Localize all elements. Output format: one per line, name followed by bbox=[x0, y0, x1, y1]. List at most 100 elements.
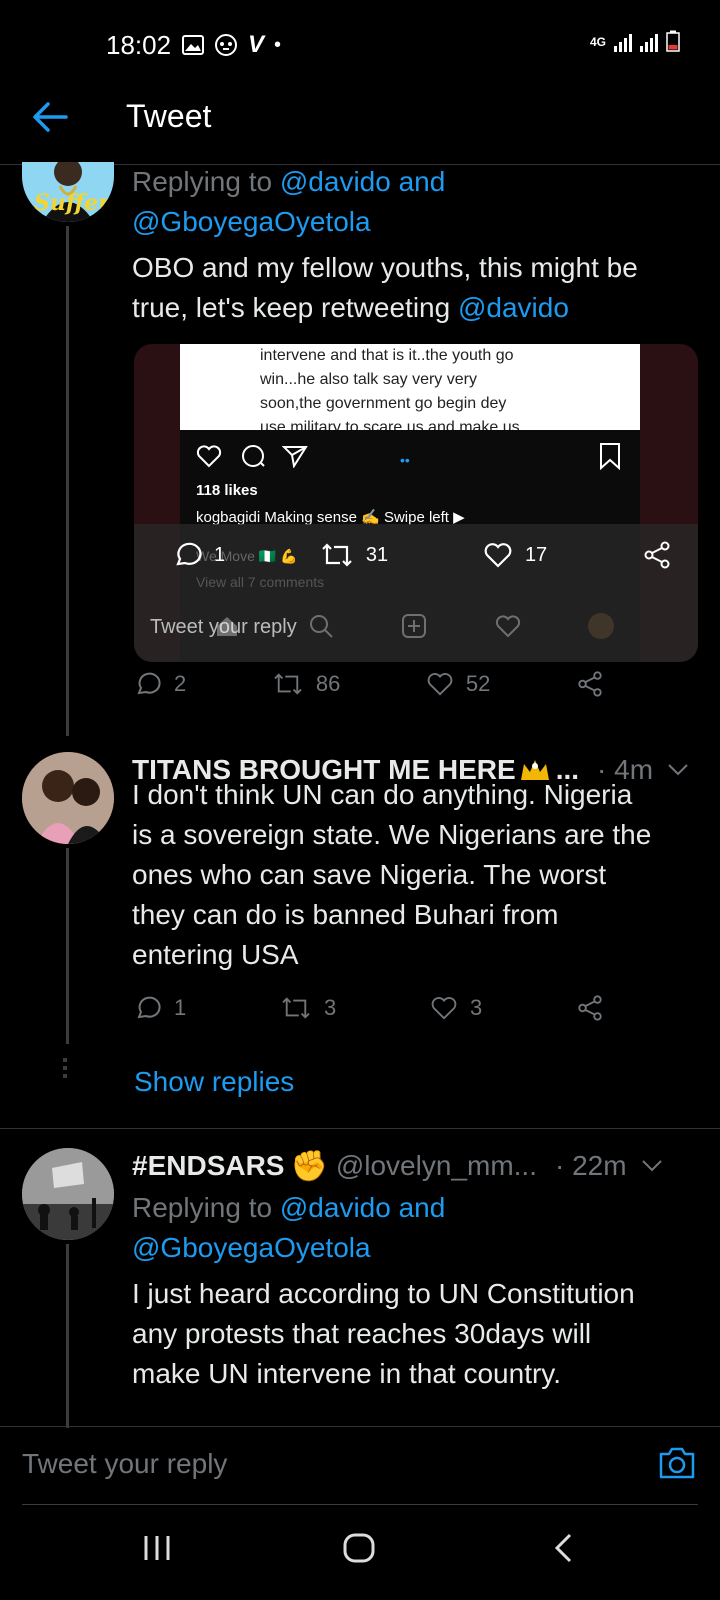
user-handle[interactable]: @lovelyn_mm... bbox=[336, 1150, 537, 1182]
image-icon bbox=[182, 35, 204, 55]
reply-count: 1 bbox=[174, 995, 187, 1020]
signal-icon-2 bbox=[640, 34, 658, 52]
reply-context: Replying to @davido and @GboyegaOyetola bbox=[132, 162, 692, 242]
reply-composer: Tweet your reply bbox=[0, 1428, 720, 1502]
v-icon: V bbox=[248, 31, 265, 58]
show-replies-link[interactable]: Show replies bbox=[134, 1066, 294, 1098]
caption-line: intervene and that is it..the youth go bbox=[260, 347, 514, 364]
tweet-text-line: ones who can save Nigeria. The worst bbox=[132, 859, 607, 890]
likes-count: 118 likes bbox=[196, 482, 258, 499]
thread-line bbox=[66, 1244, 69, 1428]
reply-icon bbox=[176, 542, 202, 566]
share-icon[interactable] bbox=[642, 540, 672, 570]
reply-input[interactable]: Tweet your reply bbox=[22, 1448, 227, 1480]
mention-link[interactable]: @GboyegaOyetola bbox=[132, 1232, 371, 1263]
divider bbox=[0, 1426, 720, 1427]
tweet-text-line: they can do is banned Buhari from bbox=[132, 899, 559, 930]
mention-link[interactable]: @davido and bbox=[280, 166, 445, 197]
search-icon bbox=[309, 615, 333, 638]
thread-line bbox=[66, 226, 69, 736]
reply-button[interactable]: 2 bbox=[134, 670, 186, 698]
add-icon bbox=[402, 614, 426, 638]
tweet-text-line: I just heard according to UN Constitutio… bbox=[132, 1278, 635, 1309]
status-time: 18:02 bbox=[106, 30, 172, 60]
bookmark-icon bbox=[600, 443, 620, 470]
home-icon bbox=[217, 617, 237, 636]
comment-icon bbox=[242, 445, 265, 467]
like-count: 52 bbox=[465, 671, 491, 696]
back-nav-icon[interactable] bbox=[552, 1532, 574, 1564]
tweet-header: #ENDSARS ✊ @lovelyn_mm... · 22m bbox=[132, 1146, 702, 1186]
tweet-action-bar: 2 86 52 bbox=[134, 670, 604, 698]
reply-icon bbox=[137, 996, 161, 1019]
home-button-icon[interactable] bbox=[342, 1532, 376, 1564]
tweet-text: I just heard according to UN Constitutio… bbox=[132, 1274, 702, 1394]
tweet-text-line: is a sovereign state. We Nigerians are t… bbox=[132, 819, 652, 850]
tweet-text-line: entering USA bbox=[132, 939, 299, 970]
replying-to-label: Replying to bbox=[132, 166, 273, 197]
heart-icon bbox=[196, 445, 222, 468]
tweet-text: OBO and my fellow youths, this might be … bbox=[132, 248, 702, 328]
tweet-text-line: any protests that reaches 30days will bbox=[132, 1318, 592, 1349]
retweet-button[interactable]: 86 bbox=[272, 671, 340, 697]
share-icon[interactable] bbox=[576, 994, 604, 1022]
avatar[interactable]: Suffer bbox=[22, 162, 114, 222]
share-icon[interactable] bbox=[576, 670, 604, 698]
tweet-text-line: I don't think UN can do anything. Nigeri… bbox=[132, 779, 633, 810]
chevron-down-icon[interactable] bbox=[641, 1159, 663, 1173]
overlay-action-bar: 1 31 17 bbox=[172, 540, 672, 570]
replying-to-label: Replying to bbox=[132, 1192, 273, 1223]
like-count: 17 bbox=[524, 543, 548, 566]
camera-icon[interactable] bbox=[658, 1446, 696, 1480]
avatar-text: Suffer bbox=[34, 190, 110, 216]
mention-link[interactable]: @GboyegaOyetola bbox=[132, 206, 371, 237]
overlay-retweet-button[interactable]: 31 bbox=[320, 541, 388, 569]
heart-icon bbox=[427, 673, 453, 696]
caption-line: win...he also talk say very very bbox=[260, 371, 477, 388]
retweet-count: 86 bbox=[315, 671, 341, 696]
like-button[interactable]: 52 bbox=[426, 671, 490, 697]
reply-icon bbox=[137, 672, 161, 695]
mention-link[interactable]: @davido bbox=[458, 292, 569, 323]
overlay-reply-button[interactable]: 1 bbox=[172, 540, 225, 570]
reply-count: 2 bbox=[174, 671, 187, 696]
system-nav-bar bbox=[0, 1502, 720, 1600]
thread-line bbox=[66, 848, 69, 1044]
divider bbox=[0, 1128, 720, 1129]
back-arrow-icon[interactable] bbox=[30, 100, 70, 134]
overlay-view-comments: View all 7 comments bbox=[196, 574, 325, 590]
battery-icon bbox=[666, 30, 680, 52]
recent-apps-icon[interactable] bbox=[142, 1534, 172, 1562]
tweet-text: I don't think UN can do anything. Nigeri… bbox=[132, 775, 702, 975]
status-notification-icons: V • bbox=[182, 31, 281, 59]
reply-count: 1 bbox=[214, 543, 226, 566]
retweet-icon bbox=[322, 543, 352, 567]
caption-line: soon,the government go begin dey bbox=[260, 395, 507, 412]
overlay-like-button[interactable]: 17 bbox=[483, 541, 547, 569]
heart-icon bbox=[431, 997, 457, 1020]
status-system-icons: 4G bbox=[590, 30, 680, 52]
tweet-action-bar: 1 3 3 bbox=[134, 994, 604, 1022]
avatar[interactable] bbox=[22, 1148, 114, 1240]
heart-icon bbox=[484, 543, 512, 568]
thread-dots bbox=[63, 1056, 71, 1078]
avatar[interactable] bbox=[22, 752, 114, 844]
retweet-icon bbox=[282, 997, 310, 1019]
profile-icon bbox=[588, 613, 614, 639]
network-type-icon: 4G bbox=[589, 35, 606, 49]
retweet-icon bbox=[274, 673, 302, 695]
like-button[interactable]: 3 bbox=[430, 995, 482, 1021]
signal-icon bbox=[614, 34, 632, 52]
screenshot-caption-area: intervene and that is it..the youth go w… bbox=[180, 344, 640, 430]
dot-icon: • bbox=[274, 33, 282, 56]
mention-link[interactable]: @davido and bbox=[280, 1192, 445, 1223]
page-title: Tweet bbox=[126, 98, 212, 134]
reply-button[interactable]: 1 bbox=[134, 994, 186, 1022]
retweet-button[interactable]: 3 bbox=[280, 995, 336, 1021]
caption-line: use military to scare us and make us bbox=[260, 419, 520, 430]
send-icon bbox=[282, 446, 308, 468]
tweet-media-image[interactable]: intervene and that is it..the youth go w… bbox=[134, 344, 698, 662]
tweet-text-line: make UN intervene in that country. bbox=[132, 1358, 562, 1389]
display-name[interactable]: #ENDSARS bbox=[132, 1150, 284, 1182]
raised-fist-emoji-icon: ✊ bbox=[290, 1149, 328, 1183]
